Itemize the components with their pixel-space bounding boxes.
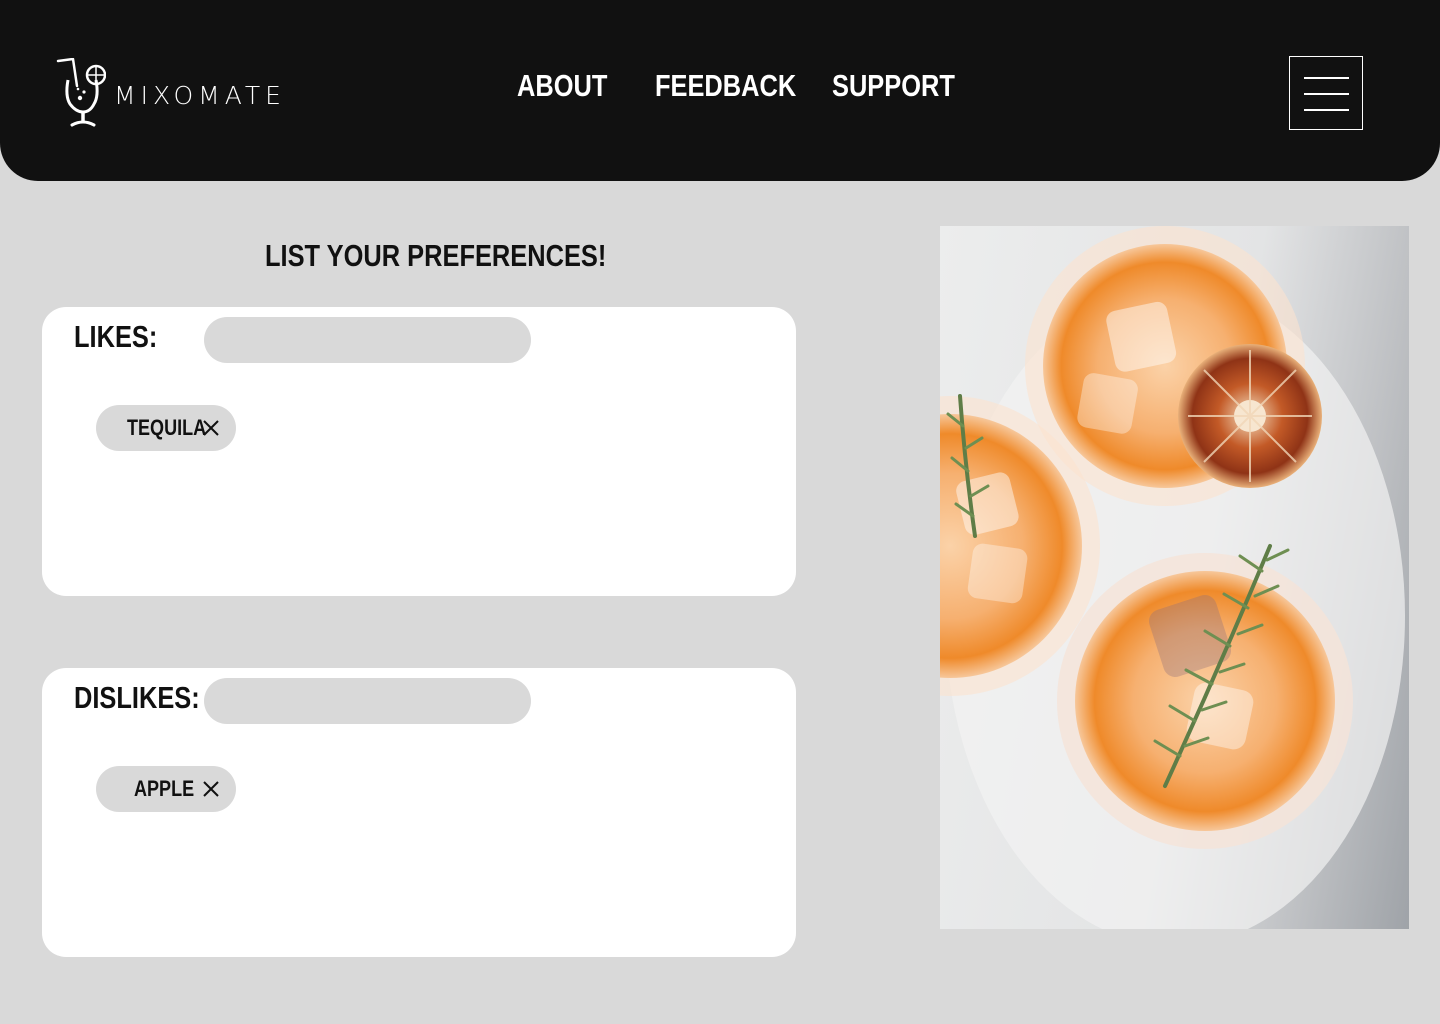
dislikes-input[interactable]	[204, 678, 531, 724]
close-icon[interactable]	[202, 780, 220, 798]
tag-label: TEQUILA	[127, 415, 207, 440]
nav-about[interactable]: ABOUT	[517, 64, 607, 108]
cocktail-illustration	[940, 226, 1405, 929]
tag-chip-tequila[interactable]: TEQUILA	[96, 405, 236, 451]
cocktail-glass-icon	[56, 58, 106, 127]
brand-logo[interactable]: MIXOMATE	[54, 58, 286, 128]
close-icon[interactable]	[202, 419, 220, 437]
nav-support[interactable]: SUPPORT	[832, 64, 955, 108]
page-title: LIST YOUR PREFERENCES!	[265, 238, 607, 273]
likes-input[interactable]	[204, 317, 531, 363]
tag-label: APPLE	[134, 776, 195, 801]
brand-name: MIXOMATE	[114, 80, 286, 110]
dislikes-panel: DISLIKES: APPLE	[42, 668, 796, 957]
dislikes-label: DISLIKES:	[74, 680, 200, 715]
top-header: MIXOMATE ABOUT FEEDBACK SUPPORT	[0, 0, 1440, 181]
cocktail-photo	[940, 226, 1409, 929]
tag-chip-apple[interactable]: APPLE	[96, 766, 236, 812]
menu-button[interactable]	[1289, 56, 1363, 130]
likes-label: LIKES:	[74, 319, 158, 354]
likes-panel: LIKES: TEQUILA	[42, 307, 796, 596]
nav-feedback[interactable]: FEEDBACK	[655, 64, 796, 108]
